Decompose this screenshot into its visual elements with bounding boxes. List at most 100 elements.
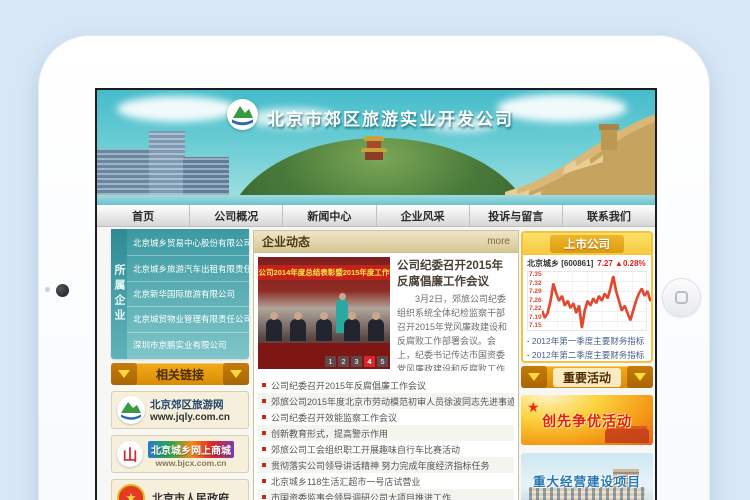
stock-name-code: 北京城乡 [600861] <box>527 258 593 269</box>
bullet-icon <box>262 447 266 451</box>
stock-price-change: 7.27 ▲0.28% <box>597 259 645 268</box>
nav-item-complaints[interactable]: 投诉与留言 <box>470 205 563 226</box>
page-number-active[interactable]: 4 <box>364 356 375 367</box>
listed-company-title: 上市公司 <box>550 235 624 253</box>
featured-news: 旅公司2014年度总结表彰暨2015年度工作部 1 2 3 4 <box>254 253 518 375</box>
great-wall-illustration <box>505 114 655 205</box>
news-list-item[interactable]: 北京城乡118生活汇超市一号店试营业 <box>258 473 514 489</box>
bjcx-logo-icon: 山 <box>117 441 143 467</box>
page-background: 北京市郊区旅游实业开发公司 首页 公司概况 新闻中心 企业风采 投诉与留言 联系… <box>0 0 750 500</box>
subsidiaries-list: 北京城乡贸易中心股份有限公司 北京城乡旅游汽车出租有限责任公司 北京新华国际旅游… <box>127 229 249 359</box>
national-emblem-icon: ★ <box>117 484 145 500</box>
ambient-sensor-dot <box>45 287 50 292</box>
bullet-icon <box>262 463 266 467</box>
financial-report-link[interactable]: 2012年第一季度主要财务指标 <box>527 335 647 349</box>
bullet-icon <box>262 431 266 435</box>
arrow-down-icon <box>528 373 540 381</box>
subsidiaries-panel: 所属企业 北京城乡贸易中心股份有限公司 北京城乡旅游汽车出租有限责任公司 北京新… <box>111 229 249 359</box>
nav-item-enterprise-style[interactable]: 企业风采 <box>377 205 470 226</box>
stock-chart[interactable]: 7.35 7.32 7.29 7.26 7.22 7.19 7.15 <box>527 271 647 331</box>
important-activities-title: 重要活动 <box>553 368 621 387</box>
scroll-down-button[interactable] <box>627 366 653 388</box>
activity-banner-pioneer[interactable]: ★ 创先争优活动 <box>521 395 653 445</box>
nav-item-home[interactable]: 首页 <box>97 205 190 226</box>
company-link[interactable]: 深圳市京鹏实业有限公司 <box>127 333 249 357</box>
related-links-header-bar: 相关链接 <box>111 363 249 385</box>
company-logo-icon <box>227 99 258 130</box>
home-button[interactable] <box>662 278 701 317</box>
financial-report-link[interactable]: 2012年第二季度主要财务指标 <box>527 349 647 363</box>
news-list-item[interactable]: 郊旅公司2015年度北京市劳动模范初审人员徐波同志先进事迹 <box>258 393 514 409</box>
news-list-item[interactable]: 市国资委监事会领导调研公司大项目推进工作 <box>258 489 514 500</box>
scroll-up-button[interactable] <box>521 366 547 388</box>
hotel-buildings-illustration <box>97 149 151 195</box>
temple-illustration <box>359 136 389 160</box>
site-title: 北京市郊区旅游实业开发公司 <box>267 105 514 130</box>
bjcx-site-url: www.bjcx.com.cn <box>148 458 234 468</box>
photo-person <box>266 319 282 341</box>
page-number[interactable]: 2 <box>338 356 349 367</box>
more-link[interactable]: more <box>487 236 510 247</box>
main-navigation: 首页 公司概况 新闻中心 企业风采 投诉与留言 联系我们 <box>97 205 655 227</box>
arrow-down-icon <box>634 373 646 381</box>
arrow-down-icon <box>118 370 130 378</box>
subsidiaries-vertical-label: 所属企业 <box>111 229 127 359</box>
photo-banner-text: 旅公司2014年度总结表彰暨2015年度工作部 <box>258 265 390 280</box>
page-number[interactable]: 5 <box>377 356 388 367</box>
lake-illustration <box>97 195 655 205</box>
enterprise-news-title: 企业动态 <box>262 233 310 250</box>
photo-person <box>368 319 384 341</box>
scroll-down-button[interactable] <box>223 363 249 385</box>
related-link-beijing-gov[interactable]: ★ 北京市人民政府 <box>111 479 249 500</box>
page-number[interactable]: 1 <box>325 356 336 367</box>
stock-line-chart <box>542 274 653 330</box>
hotel-buildings-illustration <box>149 131 185 195</box>
listed-company-header: 上市公司 <box>523 233 651 255</box>
important-activities-header-bar: 重要活动 <box>521 366 653 388</box>
page-number[interactable]: 3 <box>351 356 362 367</box>
camera-dot <box>56 284 69 297</box>
financial-report-links: 2012年第一季度主要财务指标 2012年第二季度主要财务指标 <box>523 332 651 362</box>
company-link[interactable]: 北京城乡旅游汽车出租有限责任公司 <box>127 256 249 281</box>
related-link-jqly[interactable]: 北京郊区旅游网 www.jqly.com.cn <box>111 391 249 429</box>
hotel-buildings-illustration <box>183 157 229 195</box>
related-link-bjcx-mall[interactable]: 山 北京城乡网上商城 www.bjcx.com.cn <box>111 435 249 473</box>
bullet-icon <box>262 383 266 387</box>
bullet-icon <box>262 479 266 483</box>
company-link[interactable]: 北京新华国际旅游有限公司 <box>127 282 249 307</box>
news-list-item[interactable]: 创新教育形式，提高警示作用 <box>258 425 514 441</box>
featured-article-body: 3月2日，郊旅公司纪委组织系统全体纪检监察干部召开2015年党风廉政建设和反腐败… <box>397 293 512 371</box>
stock-chart-y-axis: 7.35 7.32 7.29 7.26 7.22 7.19 7.15 <box>529 272 542 330</box>
activity-banner-projects[interactable]: 重大经营建设项目 <box>521 453 653 500</box>
photo-person <box>290 319 306 341</box>
bullet-icon <box>262 399 266 403</box>
enterprise-news-header: 企业动态 more <box>254 231 518 253</box>
news-list: 公司纪委召开2015年反腐倡廉工作会议 郊旅公司2015年度北京市劳动模范初审人… <box>258 377 514 500</box>
news-list-item[interactable]: 郊旅公司工会组织职工开展趣味自行车比赛活动 <box>258 441 514 457</box>
nav-item-contact[interactable]: 联系我们 <box>563 205 655 226</box>
related-links-title: 相关链接 <box>156 366 204 383</box>
left-sidebar: 所属企业 北京城乡贸易中心股份有限公司 北京城乡旅游汽车出租有限责任公司 北京新… <box>111 229 249 500</box>
news-list-item[interactable]: 公司纪委召开2015年反腐倡廉工作会议 <box>258 377 514 393</box>
right-sidebar: 上市公司 北京城乡 [600861] 7.27 ▲0.28% 7.35 7.32… <box>521 231 653 500</box>
nav-item-company-profile[interactable]: 公司概况 <box>190 205 283 226</box>
news-list-item[interactable]: 贯彻落实公司领导讲话精神 努力完成年度经济指标任务 <box>258 457 514 473</box>
arrow-down-icon <box>230 370 242 378</box>
activity-banner-pioneer-text: 创先争优活动 <box>521 411 653 431</box>
nav-item-news-center[interactable]: 新闻中心 <box>283 205 376 226</box>
company-link[interactable]: 北京城贸物业管理有限责任公司 <box>127 307 249 332</box>
tiananmen-icon <box>605 429 649 443</box>
webpage: 北京市郊区旅游实业开发公司 首页 公司概况 新闻中心 企业风采 投诉与留言 联系… <box>97 90 655 500</box>
listed-company-panel: 上市公司 北京城乡 [600861] 7.27 ▲0.28% 7.35 7.32… <box>521 231 653 363</box>
stock-ticker-row: 北京城乡 [600861] 7.27 ▲0.28% <box>523 255 651 270</box>
tablet-screen: 北京市郊区旅游实业开发公司 首页 公司概况 新闻中心 企业风采 投诉与留言 联系… <box>95 88 657 500</box>
news-photo[interactable]: 旅公司2014年度总结表彰暨2015年度工作部 1 2 3 4 <box>258 257 390 369</box>
bullet-icon <box>262 495 266 499</box>
company-link[interactable]: 北京城乡贸易中心股份有限公司 <box>127 231 249 256</box>
featured-article-title[interactable]: 公司纪委召开2015年反腐倡廉工作会议 <box>397 259 512 290</box>
jqly-site-name: 北京郊区旅游网 <box>150 397 230 412</box>
cloud-decoration <box>117 96 237 122</box>
jqly-site-url: www.jqly.com.cn <box>150 412 230 423</box>
scroll-up-button[interactable] <box>111 363 137 385</box>
news-list-item[interactable]: 公司纪委召开效能监察工作会议 <box>258 409 514 425</box>
